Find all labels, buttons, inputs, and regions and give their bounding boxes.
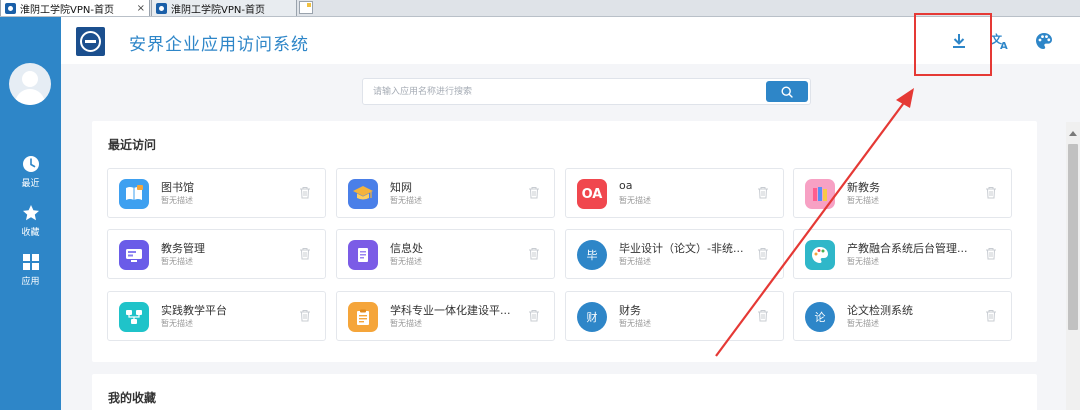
browser-tab-2[interactable]: 淮阴工学院VPN-首页	[151, 0, 297, 16]
sidebar-item-apps[interactable]: 应用	[0, 253, 61, 287]
graduation-design-icon: 毕	[577, 240, 607, 270]
app-description: 暂无描述	[390, 196, 422, 205]
trash-icon[interactable]	[528, 309, 540, 322]
app-description: 暂无描述	[847, 196, 879, 205]
app-name: 论文检测系统	[847, 304, 913, 317]
app-description: 暂无描述	[161, 257, 193, 266]
app-description: 暂无描述	[161, 319, 193, 328]
school-logo-icon	[76, 27, 105, 56]
search-button[interactable]	[766, 81, 808, 102]
sidebar-item-favorites[interactable]: 收藏	[0, 204, 61, 238]
app-card[interactable]: 实践教学平台 暂无描述	[107, 291, 326, 341]
translate-icon[interactable]: 文 A	[990, 30, 1012, 52]
app-name: 实践教学平台	[161, 304, 227, 317]
annotation-highlight-box	[914, 13, 992, 76]
search-input[interactable]	[363, 79, 767, 104]
books-icon	[805, 179, 835, 209]
avatar[interactable]	[9, 63, 51, 105]
app-name: 知网	[390, 181, 412, 194]
section-title: 我的收藏	[108, 391, 157, 405]
app-name: 图书馆	[161, 181, 194, 194]
trash-icon[interactable]	[757, 309, 769, 322]
finance-icon: 财	[577, 302, 607, 332]
oa-icon: OA	[577, 179, 607, 209]
sidebar-item-label: 应用	[21, 277, 40, 287]
app-card[interactable]: 产教融合系统后台管理... 暂无描述	[793, 229, 1012, 279]
app-name: 教务管理	[161, 242, 205, 255]
site-favicon-icon	[156, 2, 167, 14]
header: 安界企业应用访问系统 文 A	[61, 13, 1080, 76]
app-description: 暂无描述	[390, 257, 422, 266]
search-bar	[362, 78, 811, 105]
trash-icon[interactable]	[299, 186, 311, 199]
section-title: 最近访问	[108, 138, 157, 152]
grid-icon	[22, 254, 39, 270]
sidebar-item-recent[interactable]: 最近	[0, 155, 61, 189]
trash-icon[interactable]	[985, 247, 997, 260]
graduation-cap-icon	[348, 179, 378, 209]
browser-tab-title: 淮阴工学院VPN-首页	[20, 4, 114, 16]
scroll-up-arrow-icon[interactable]	[1067, 126, 1079, 140]
favorites-panel: 我的收藏	[92, 374, 1037, 410]
trash-icon[interactable]	[528, 247, 540, 260]
app-description: 暂无描述	[390, 319, 422, 328]
app-card[interactable]: 图书馆 暂无描述	[107, 168, 326, 218]
app-name: 信息处	[390, 242, 423, 255]
app-description: 暂无描述	[161, 196, 193, 205]
trash-icon[interactable]	[528, 186, 540, 199]
clock-icon	[22, 156, 39, 172]
thesis-check-icon: 论	[805, 302, 835, 332]
app-name: 学科专业一体化建设平...	[390, 304, 511, 317]
star-icon	[22, 205, 39, 221]
browser-tab-title: 淮阴工学院VPN-首页	[171, 4, 265, 16]
close-tab-icon[interactable]: ×	[137, 3, 145, 14]
trash-icon[interactable]	[299, 247, 311, 260]
trash-icon[interactable]	[757, 247, 769, 260]
app-description: 暂无描述	[847, 319, 879, 328]
app-card[interactable]: 知网 暂无描述	[336, 168, 555, 218]
recent-panel: 最近访问 图书馆 暂无描述 知网 暂无描述 OA oa 暂无描述 新教务 暂无描…	[92, 121, 1037, 362]
app-description: 暂无描述	[619, 257, 651, 266]
trash-icon[interactable]	[757, 186, 769, 199]
browser-tab-1[interactable]: 淮阴工学院VPN-首页 ×	[0, 0, 150, 16]
app-card[interactable]: 新教务 暂无描述	[793, 168, 1012, 218]
network-icon	[119, 302, 149, 332]
site-favicon-icon	[5, 2, 16, 14]
document-icon	[348, 240, 378, 270]
app-card[interactable]: 论 论文检测系统 暂无描述	[793, 291, 1012, 341]
app-name: 财务	[619, 304, 641, 317]
clipboard-icon	[348, 302, 378, 332]
app-name: oa	[619, 179, 633, 192]
trash-icon[interactable]	[985, 186, 997, 199]
app-name: 产教融合系统后台管理...	[847, 242, 968, 255]
app-card[interactable]: 信息处 暂无描述	[336, 229, 555, 279]
monitor-icon	[119, 240, 149, 270]
svg-text:A: A	[1000, 41, 1008, 50]
sidebar-item-label: 最近	[21, 179, 40, 189]
search-icon	[781, 85, 793, 98]
new-tab-icon[interactable]	[299, 1, 313, 14]
app-name: 毕业设计（论文）-非统...	[619, 242, 744, 255]
app-card[interactable]: 教务管理 暂无描述	[107, 229, 326, 279]
sidebar-item-label: 收藏	[21, 228, 40, 238]
app-card[interactable]: 财 财务 暂无描述	[565, 291, 784, 341]
trash-icon[interactable]	[299, 309, 311, 322]
library-icon	[119, 179, 149, 209]
app-card[interactable]: 毕 毕业设计（论文）-非统... 暂无描述	[565, 229, 784, 279]
palette-icon[interactable]	[1033, 30, 1055, 52]
page-title: 安界企业应用访问系统	[129, 35, 309, 55]
palette-app-icon	[805, 240, 835, 270]
app-description: 暂无描述	[619, 196, 651, 205]
app-description: 暂无描述	[847, 257, 879, 266]
sidebar: 最近 收藏 应用	[0, 17, 61, 410]
app-name: 新教务	[847, 181, 880, 194]
scrollbar-thumb[interactable]	[1068, 144, 1078, 330]
app-card[interactable]: 学科专业一体化建设平... 暂无描述	[336, 291, 555, 341]
app-card[interactable]: OA oa 暂无描述	[565, 168, 784, 218]
trash-icon[interactable]	[985, 309, 997, 322]
app-description: 暂无描述	[619, 319, 651, 328]
